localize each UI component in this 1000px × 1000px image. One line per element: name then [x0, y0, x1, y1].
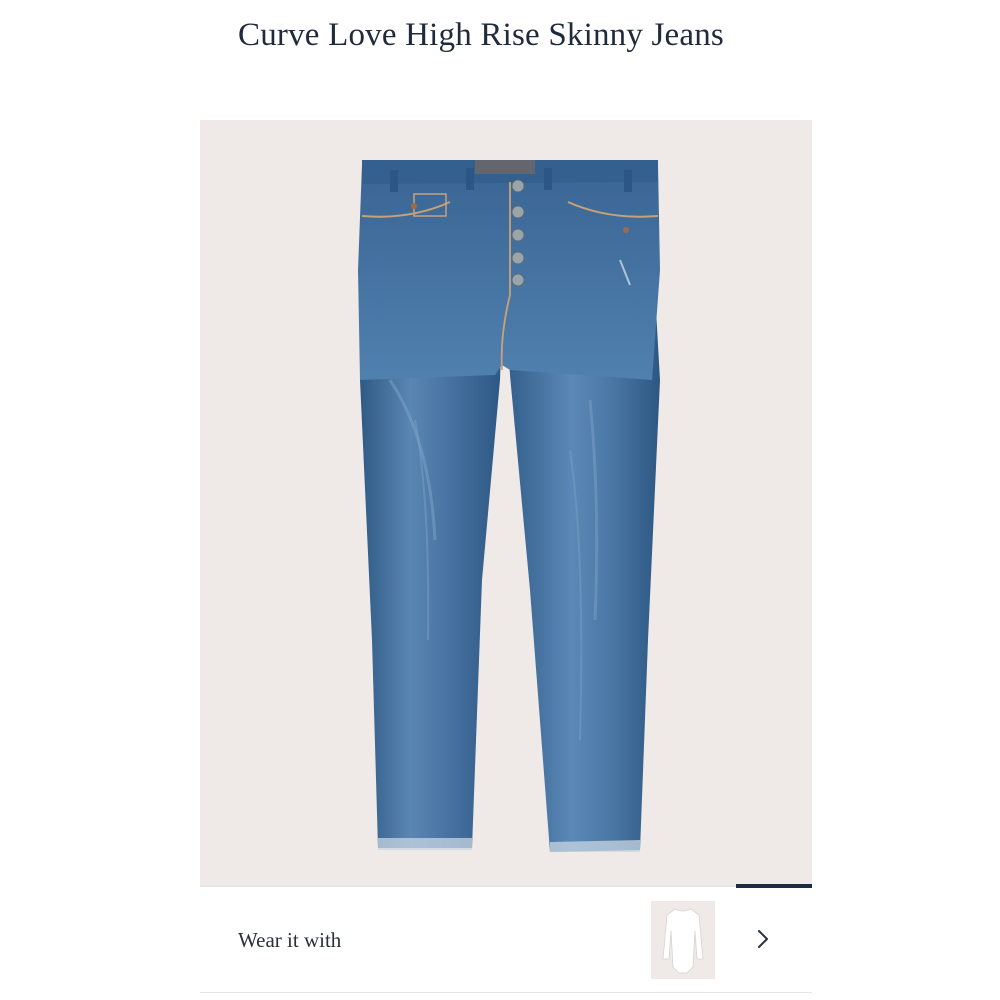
carousel-track	[200, 885, 812, 887]
wear-it-with-row[interactable]: Wear it with	[200, 890, 812, 993]
wear-it-with-label: Wear it with	[238, 928, 342, 952]
carousel-active-indicator[interactable]	[736, 884, 812, 888]
product-title: Curve Love High Rise Skinny Jeans	[238, 17, 724, 53]
jeans-illustration	[358, 160, 660, 852]
chevron-right-icon	[758, 930, 768, 948]
next-button[interactable]	[748, 924, 778, 954]
product-image[interactable]	[200, 120, 812, 886]
white-bodysuit-icon	[651, 901, 715, 979]
bodysuit-thumbnail[interactable]	[651, 901, 715, 979]
product-page: Curve Love High Rise Skinny Jeans Wear i…	[0, 0, 1000, 1000]
